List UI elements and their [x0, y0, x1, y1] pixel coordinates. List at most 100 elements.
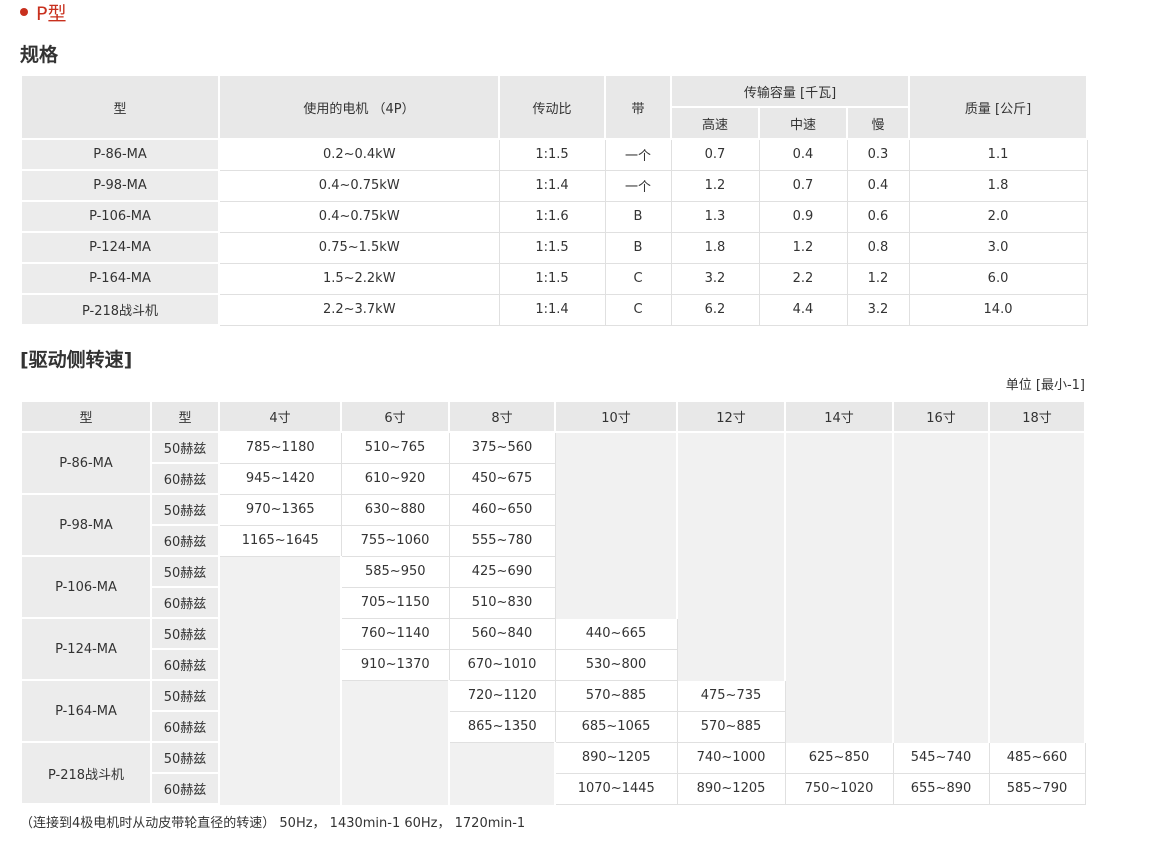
cell-speed	[218, 679, 342, 712]
cell-mass: 1.1	[908, 138, 1088, 171]
cell-motor: 0.2~0.4kW	[218, 138, 500, 171]
cell-speed: 720~1120	[448, 679, 556, 712]
cell-speed	[554, 555, 678, 588]
cell-speed: 530~800	[554, 648, 678, 681]
cell-speed	[988, 462, 1086, 495]
cell-model: P-124-MA	[20, 231, 220, 264]
cell-speed	[988, 431, 1086, 464]
cell-speed: 910~1370	[340, 648, 450, 681]
cell-speed: 585~950	[340, 555, 450, 588]
table-row: 60赫兹 865~1350 685~1065 570~885	[21, 710, 1086, 743]
cell-speed	[892, 524, 990, 557]
cell-belt: C	[604, 293, 672, 326]
cell-speed	[448, 772, 556, 805]
cell-speed	[218, 710, 342, 743]
col-header-6: 12寸	[676, 400, 786, 433]
table-row: P-218战斗机 50赫兹 890~1205 740~1000 625~850 545~7…	[20, 741, 1086, 805]
cell-speed	[676, 462, 786, 495]
table-row: 60赫兹 1070~1445 890~1205 750~1020 655~890 585~…	[21, 772, 1086, 805]
cell-speed	[892, 431, 990, 464]
cell-mass: 3.0	[908, 231, 1088, 264]
cell-speed	[784, 555, 894, 588]
cell-speed	[784, 648, 894, 681]
cell-frequency: 60赫兹	[150, 586, 220, 619]
cell-low: 0.3	[846, 138, 910, 171]
cell-speed	[554, 462, 678, 495]
cell-low: 0.4	[846, 169, 910, 202]
col-header-model: 型	[20, 74, 220, 140]
cell-model: P-164-MA	[20, 679, 152, 743]
cell-mid: 0.4	[758, 138, 848, 171]
cell-ratio: 1:1.4	[498, 293, 606, 326]
cell-speed	[988, 679, 1086, 712]
cell-speed: 890~1205	[676, 772, 786, 805]
cell-speed	[988, 648, 1086, 681]
col-header-mid: 中速	[758, 106, 848, 140]
cell-speed	[554, 431, 678, 464]
cell-frequency: 50赫兹	[150, 741, 220, 774]
cell-belt: B	[604, 200, 672, 233]
cell-speed: 625~850	[784, 741, 894, 774]
cell-speed	[784, 462, 894, 495]
cell-model: P-86-MA	[20, 431, 152, 495]
cell-high: 0.7	[670, 138, 760, 171]
cell-low: 1.2	[846, 262, 910, 295]
table-row: P-218战斗机 2.2~3.7kW 1:1.4 C 6.2 4.4 3.2 14.0	[20, 293, 1088, 326]
footnote: （连接到4极电机时从动皮带轮直径的转速） 50Hz， 1430min-1 60H…	[20, 816, 526, 831]
cell-speed: 740~1000	[676, 741, 786, 774]
cell-model: P-164-MA	[20, 262, 220, 295]
col-header-capacity: 传输容量 [千瓦]	[669, 74, 911, 108]
cell-frequency: 60赫兹	[150, 772, 220, 805]
cell-mid: 2.2	[758, 262, 848, 295]
cell-model: P-218战斗机	[20, 741, 152, 805]
cell-speed	[676, 493, 786, 526]
cell-motor: 0.4~0.75kW	[218, 200, 500, 233]
cell-speed	[554, 493, 678, 526]
col-header-mass: 质量 [公斤]	[908, 74, 1089, 140]
cell-belt: 一个	[604, 138, 672, 171]
cell-speed: 545~740	[892, 741, 990, 774]
table-row: P-98-MA 50赫兹 970~1365 630~880 460~650	[20, 493, 1086, 557]
cell-speed	[676, 586, 786, 619]
cell-frequency: 60赫兹	[150, 710, 220, 743]
cell-speed	[784, 710, 894, 743]
cell-ratio: 1:1.4	[498, 169, 606, 202]
cell-model: P-86-MA	[20, 138, 220, 171]
unit-label: 单位 [最小-1]	[1005, 378, 1085, 393]
bullet-dot-icon	[20, 8, 28, 16]
cell-speed	[676, 431, 786, 464]
col-header-4: 8寸	[448, 400, 556, 433]
table-row: P-124-MA 0.75~1.5kW 1:1.5 B 1.8 1.2 0.8 3.0	[20, 231, 1088, 264]
cell-speed: 705~1150	[340, 586, 450, 619]
cell-frequency: 60赫兹	[150, 462, 220, 495]
spec-heading: 规格	[20, 44, 59, 66]
col-header-3: 6寸	[340, 400, 450, 433]
cell-speed	[784, 617, 894, 650]
col-header-1: 型	[150, 400, 220, 433]
cell-speed: 450~675	[448, 462, 556, 495]
cell-speed	[988, 524, 1086, 557]
cell-speed	[784, 493, 894, 526]
cell-mid: 0.7	[758, 169, 848, 202]
cell-speed: 890~1205	[554, 741, 678, 774]
cell-speed	[676, 555, 786, 588]
col-header-9: 18寸	[988, 400, 1086, 433]
cell-ratio: 1:1.5	[498, 231, 606, 264]
cell-model: P-98-MA	[20, 169, 220, 202]
cell-speed	[784, 586, 894, 619]
cell-speed	[892, 462, 990, 495]
cell-speed: 865~1350	[448, 710, 556, 743]
col-header-5: 10寸	[554, 400, 678, 433]
cell-speed	[554, 586, 678, 619]
cell-belt: C	[604, 262, 672, 295]
cell-ratio: 1:1.5	[498, 262, 606, 295]
cell-speed	[448, 741, 556, 774]
cell-model: P-106-MA	[20, 555, 152, 619]
cell-speed	[892, 617, 990, 650]
cell-speed: 945~1420	[218, 462, 342, 495]
col-header-high: 高速	[670, 106, 760, 140]
cell-speed: 560~840	[448, 617, 556, 650]
cell-speed	[892, 710, 990, 743]
col-header-motor: 使用的电机 （4P）	[218, 74, 500, 140]
table-row: P-164-MA 50赫兹 720~1120 570~885 475~735	[20, 679, 1086, 743]
